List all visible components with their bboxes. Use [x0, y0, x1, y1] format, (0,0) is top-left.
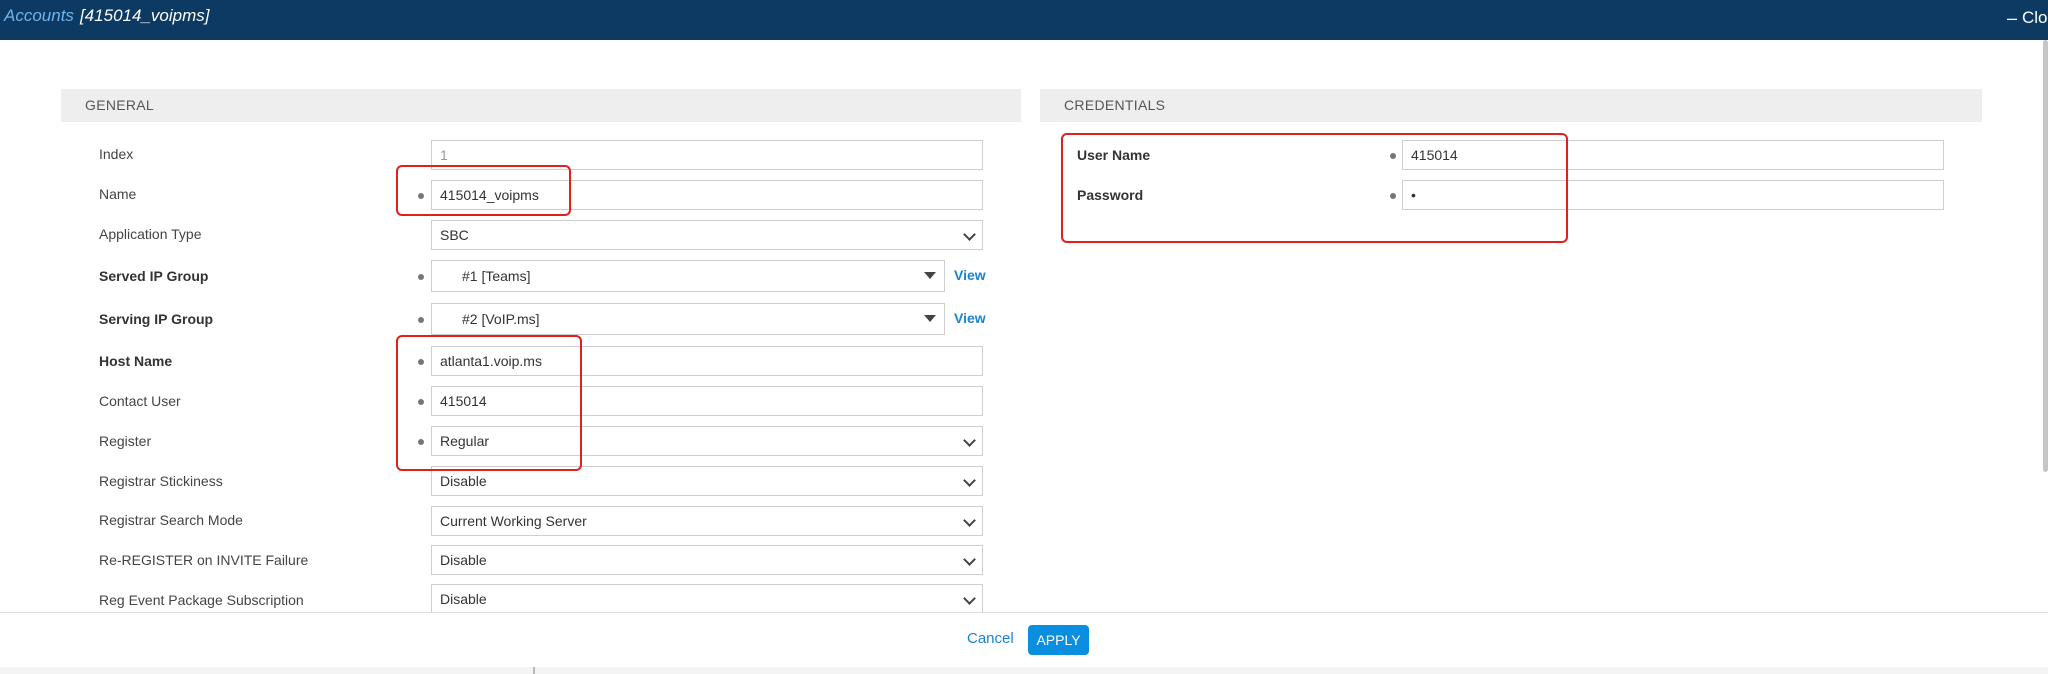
served-ip-group-view-link[interactable]: View [954, 267, 986, 283]
register-label: Register [99, 433, 152, 449]
bottom-edge [0, 667, 2048, 674]
registrar-search-mode-label: Registrar Search Mode [99, 512, 243, 528]
application-type-select[interactable]: SBC [431, 220, 983, 250]
highlight-box-name [396, 165, 571, 216]
chevron-down-icon [963, 434, 976, 447]
required-dot-icon [418, 317, 424, 323]
credentials-section-title: CREDENTIALS [1064, 97, 1166, 113]
reg-event-package-label: Reg Event Package Subscription [99, 592, 304, 608]
contact-user-label: Contact User [99, 393, 181, 409]
registrar-stickiness-value: Disable [440, 473, 487, 489]
chevron-down-icon [963, 553, 976, 566]
application-type-label: Application Type [99, 226, 202, 242]
dropdown-arrow-icon [924, 272, 936, 279]
highlight-box-credentials [1061, 133, 1568, 243]
apply-button[interactable]: APPLY [1028, 625, 1089, 655]
reregister-invite-failure-select[interactable]: Disable [431, 545, 983, 575]
reg-event-package-value: Disable [440, 591, 487, 607]
highlight-box-host-contact-register [396, 335, 582, 471]
dialog-footer [0, 612, 2048, 667]
serving-ip-group-label: Serving IP Group [99, 311, 214, 327]
reregister-invite-failure-label: Re-REGISTER on INVITE Failure [99, 552, 309, 568]
credentials-section-header: CREDENTIALS [1040, 89, 1982, 122]
served-ip-group-label: Served IP Group [99, 268, 209, 284]
name-label: Name [99, 186, 137, 202]
application-type-value: SBC [440, 227, 469, 243]
chevron-down-icon [963, 592, 976, 605]
required-dot-icon [418, 274, 424, 280]
served-ip-group-select[interactable]: #1 [Teams] [431, 260, 945, 292]
chevron-down-icon [963, 474, 976, 487]
title-bar: Accounts [415014_voipms] – Close [0, 0, 2048, 40]
registrar-stickiness-label: Registrar Stickiness [99, 473, 223, 489]
registrar-search-mode-value: Current Working Server [440, 513, 587, 529]
serving-ip-group-select[interactable]: #2 [VoIP.ms] [431, 303, 945, 335]
serving-ip-group-value: #2 [VoIP.ms] [462, 311, 540, 327]
breadcrumb-accounts-link[interactable]: Accounts [4, 6, 74, 26]
vertical-scrollbar[interactable] [2043, 40, 2048, 472]
serving-ip-group-view-link[interactable]: View [954, 310, 986, 326]
breadcrumb-current-item: [415014_voipms] [80, 6, 210, 25]
served-ip-group-value: #1 [Teams] [462, 268, 531, 284]
general-section-header: GENERAL [61, 89, 1021, 122]
divider [533, 667, 535, 674]
close-button[interactable]: Close [2022, 8, 2048, 28]
reregister-invite-failure-value: Disable [440, 552, 487, 568]
index-label: Index [99, 146, 134, 162]
chevron-down-icon [963, 228, 976, 241]
chevron-down-icon [963, 514, 976, 527]
host-name-label: Host Name [99, 353, 173, 369]
reg-event-package-select[interactable]: Disable [431, 584, 983, 614]
registrar-search-mode-select[interactable]: Current Working Server [431, 506, 983, 536]
general-section-title: GENERAL [85, 97, 155, 113]
cancel-button[interactable]: Cancel [967, 630, 1014, 647]
dropdown-arrow-icon [924, 315, 936, 322]
minimize-icon[interactable]: – [2004, 6, 2020, 30]
